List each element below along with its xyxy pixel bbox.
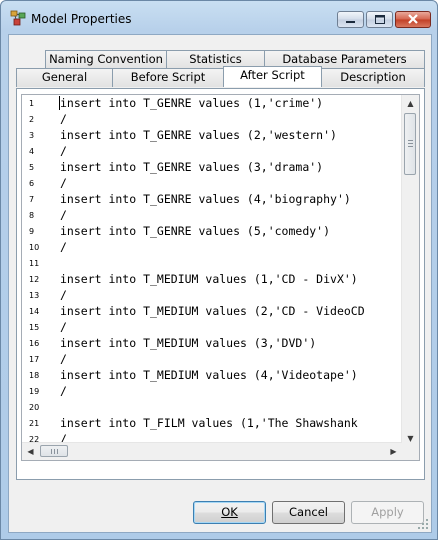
line-number: 10 — [29, 243, 40, 252]
horizontal-scrollbar[interactable]: ◀ ▶ — [22, 442, 402, 460]
tab-label: Database Parameters — [282, 52, 407, 66]
line-number: 8 — [29, 211, 35, 220]
code-text: / — [60, 352, 67, 366]
code-text: insert into T_MEDIUM values (1,'CD - Div… — [60, 272, 358, 286]
line-number: 4 — [29, 147, 35, 156]
tab-after-script[interactable]: After Script — [223, 66, 322, 87]
line-number: 13 — [29, 291, 40, 300]
line-number: 19 — [29, 387, 40, 396]
grip-line — [408, 140, 413, 141]
minimize-icon — [346, 21, 355, 23]
tab-label: Naming Convention — [49, 52, 163, 66]
code-text: insert into T_MEDIUM values (2,'CD - Vid… — [60, 304, 365, 318]
vertical-scroll-thumb[interactable] — [404, 113, 416, 175]
title-bar[interactable]: Model Properties — [1, 1, 437, 35]
scrollbar-corner — [402, 443, 419, 460]
tab-label: Description — [340, 70, 406, 84]
tab-before-script[interactable]: Before Script — [112, 68, 224, 87]
resize-grip-icon[interactable] — [417, 518, 429, 530]
line-number: 6 — [29, 179, 35, 188]
code-text: insert into T_GENRE values (5,'comedy') — [60, 224, 331, 238]
button-label: Apply — [371, 505, 404, 519]
scroll-left-icon[interactable]: ◀ — [22, 443, 39, 460]
code-text: insert into T_GENRE values (4,'biography… — [60, 192, 351, 206]
tab-general[interactable]: General — [16, 68, 113, 87]
code-text: / — [60, 208, 67, 222]
vertical-scrollbar[interactable]: ▲ ▼ — [401, 95, 419, 447]
close-button[interactable] — [395, 11, 431, 28]
text-caret — [59, 96, 60, 110]
line-number: 3 — [29, 131, 35, 140]
dialog-client: Naming Convention Statistics Database Pa… — [8, 34, 432, 533]
after-script-panel: 1 insert into T_GENRE values (1,'crime') 2… — [16, 88, 425, 480]
cancel-button[interactable]: Cancel — [272, 501, 345, 524]
code-text: / — [60, 240, 67, 254]
code-text: insert into T_FILM values (1,'The Shawsh… — [60, 416, 358, 430]
code-text: / — [60, 144, 67, 158]
line-number: 15 — [29, 323, 40, 332]
code-text: / — [60, 176, 67, 190]
grip-line — [408, 146, 413, 147]
code-text: / — [60, 288, 67, 302]
model-icon — [10, 10, 26, 26]
tab-label: General — [41, 70, 88, 84]
scroll-up-icon[interactable]: ▲ — [402, 95, 419, 112]
line-number: 16 — [29, 339, 40, 348]
grip-line — [51, 449, 52, 454]
line-number: 11 — [29, 259, 40, 268]
maximize-icon — [375, 15, 385, 24]
code-text: / — [60, 320, 67, 334]
line-number: 12 — [29, 275, 40, 284]
grip-line — [57, 449, 58, 454]
script-editor[interactable]: 1 insert into T_GENRE values (1,'crime') 2… — [21, 94, 420, 461]
line-number: 18 — [29, 371, 40, 380]
button-label: OK — [221, 505, 238, 519]
line-number: 2 — [29, 115, 35, 124]
tab-label: Before Script — [130, 70, 206, 84]
ok-button[interactable]: OK — [193, 501, 266, 524]
code-text: insert into T_MEDIUM values (3,'DVD') — [60, 336, 317, 350]
line-number: 17 — [29, 355, 40, 364]
line-number: 9 — [29, 227, 35, 236]
line-number: 20 — [29, 403, 40, 412]
tab-label: After Script — [240, 68, 305, 82]
line-number: 5 — [29, 163, 35, 172]
tab-label: Statistics — [189, 52, 242, 66]
apply-button: Apply — [351, 501, 424, 524]
code-text: insert into T_GENRE values (2,'western') — [60, 128, 337, 142]
line-number: 21 — [29, 419, 40, 428]
tab-naming-convention[interactable]: Naming Convention — [45, 50, 167, 69]
line-number: 14 — [29, 307, 40, 316]
grip-line — [54, 449, 55, 454]
button-label: Cancel — [289, 505, 328, 519]
line-number: 7 — [29, 195, 35, 204]
line-number: 1 — [29, 99, 35, 108]
maximize-button[interactable] — [366, 11, 393, 28]
code-text: / — [60, 112, 67, 126]
model-properties-window: Model Properties Naming Convention Stati… — [0, 0, 438, 540]
code-text: insert into T_MEDIUM values (4,'Videotap… — [60, 368, 358, 382]
code-text: / — [60, 384, 67, 398]
close-icon — [408, 14, 418, 24]
scroll-right-icon[interactable]: ▶ — [385, 443, 402, 460]
grip-line — [408, 143, 413, 144]
code-text: insert into T_GENRE values (1,'crime') — [60, 96, 324, 110]
minimize-button[interactable] — [337, 11, 364, 28]
horizontal-scroll-thumb[interactable] — [40, 445, 68, 457]
tab-description[interactable]: Description — [321, 68, 425, 87]
window-title: Model Properties — [31, 12, 132, 26]
code-text: insert into T_GENRE values (3,'drama') — [60, 160, 324, 174]
